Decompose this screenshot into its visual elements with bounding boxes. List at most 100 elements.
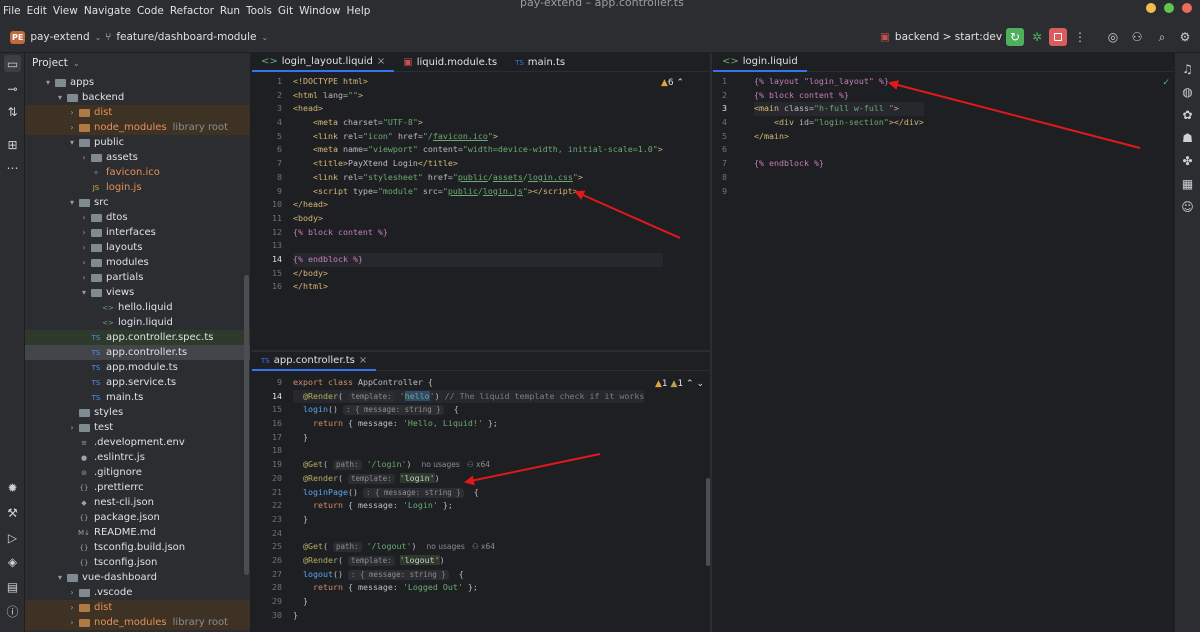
chevron-right-icon[interactable]: › (67, 603, 77, 612)
code-line[interactable]: <meta charset="UTF-8"> (293, 116, 663, 130)
tree-file[interactable]: {} package.json (25, 510, 250, 525)
tree-folder[interactable]: › node_modules library root (25, 120, 250, 135)
code-line[interactable]: } (293, 431, 644, 445)
code-line[interactable]: } (293, 609, 644, 623)
code-line[interactable]: @Get( path: '/logout') no usages ⚇ x64 (293, 540, 644, 554)
code-line[interactable]: } (293, 595, 644, 609)
tree-folder[interactable]: ▾ views (25, 285, 250, 300)
run-config-selector[interactable]: ▣ backend > start:dev ⌄ (880, 21, 1014, 53)
code-line[interactable]: {% endblock %} (293, 252, 663, 267)
layers-icon[interactable]: ◈ (4, 553, 21, 570)
notifications-icon[interactable]: ♫ (1179, 60, 1196, 77)
code-line[interactable]: @Render( template: 'logout') (293, 554, 644, 568)
code-line[interactable]: login() : { message: string } { (293, 403, 644, 417)
chevron-down-icon[interactable]: ▾ (67, 198, 77, 207)
code-line[interactable]: export class AppController { (293, 376, 644, 390)
tree-file[interactable]: JS login.js (25, 180, 250, 195)
chevron-right-icon[interactable]: › (67, 123, 77, 132)
menu-edit[interactable]: Edit (24, 5, 50, 17)
tree-file[interactable]: TS app.service.ts (25, 375, 250, 390)
folder-icon[interactable]: ▭ (4, 55, 21, 72)
tree-folder[interactable]: ▾ apps (25, 75, 250, 90)
project-scrollbar[interactable] (244, 275, 249, 575)
vertical-splitter[interactable] (710, 53, 712, 632)
stop-icon[interactable] (1049, 28, 1067, 46)
tree-folder[interactable]: › .vscode (25, 585, 250, 600)
tree-folder[interactable]: › layouts (25, 240, 250, 255)
more-icon[interactable]: ⋯ (4, 159, 21, 176)
code-line[interactable] (293, 444, 644, 458)
structure-icon[interactable]: ⊞ (4, 136, 21, 153)
tree-folder[interactable]: › dtos (25, 210, 250, 225)
plugin-icon[interactable]: ✤ (1179, 152, 1196, 169)
debug-icon[interactable]: ✲ (1028, 28, 1046, 46)
code-line[interactable]: <title>PayXtend Login</title> (293, 157, 663, 171)
code-line[interactable]: <meta name="viewport" content="width=dev… (293, 143, 663, 157)
tree-folder[interactable]: › assets (25, 150, 250, 165)
code-line[interactable]: <link rel="stylesheet" href="public/asse… (293, 171, 663, 185)
tab-login-layout[interactable]: <> login_layout.liquid × (252, 53, 395, 72)
chevron-down-icon[interactable]: ▾ (55, 93, 65, 102)
inspection-widget[interactable]: ▲1 ▲1 ⌃ ⌄ (655, 379, 704, 389)
code-line[interactable] (754, 185, 924, 199)
branch-switcher[interactable]: ⑂ feature/dashboard-module ⌄ (105, 21, 268, 53)
tree-folder[interactable]: › test (25, 420, 250, 435)
tree-file[interactable]: ⊘ .gitignore (25, 465, 250, 480)
tree-file[interactable]: ◆ nest-cli.json (25, 495, 250, 510)
code-line[interactable]: </html> (293, 280, 663, 294)
code-line[interactable]: <!DOCTYPE html> (293, 75, 663, 89)
tab-liquid-module[interactable]: ▣ liquid.module.ts (394, 53, 506, 72)
tree-folder[interactable]: › dist (25, 105, 250, 120)
code-line[interactable]: <link rel="icon" href="/favicon.ico"> (293, 130, 663, 144)
inspection-widget[interactable]: ▲6 ⌃ (661, 78, 684, 88)
tree-file[interactable]: {} tsconfig.build.json (25, 540, 250, 555)
code-line[interactable]: logout() : { message: string } { (293, 568, 644, 582)
code-line[interactable]: @Get( path: '/login') no usages ⚇ x64 (293, 458, 644, 472)
code-line[interactable]: <div id="login-section"></div> (754, 116, 924, 130)
code-line[interactable]: {% layout "login_layout" %} (754, 75, 924, 89)
tree-file[interactable]: M↓ README.md (25, 525, 250, 540)
code-line[interactable]: return { message: 'Hello, Liquid!' }; (293, 417, 644, 431)
menu-file[interactable]: File (0, 5, 24, 17)
menu-code[interactable]: Code (134, 5, 167, 17)
code-line[interactable]: @Render( template: 'hello') // The liqui… (293, 389, 645, 404)
tree-folder[interactable]: › modules (25, 255, 250, 270)
chevron-right-icon[interactable]: › (79, 273, 89, 282)
tree-folder[interactable]: › node_modules library root (25, 615, 250, 630)
close-button[interactable] (1182, 3, 1192, 13)
menu-refactor[interactable]: Refactor (167, 5, 217, 17)
code-line[interactable]: <html lang=""> (293, 89, 663, 103)
code-line[interactable]: <body> (293, 212, 663, 226)
tab-app-controller[interactable]: TS app.controller.ts × (252, 352, 377, 371)
tree-file[interactable]: TS app.controller.ts (25, 345, 250, 360)
tree-file[interactable]: {} tsconfig.json (25, 555, 250, 570)
code-line[interactable] (754, 171, 924, 185)
menu-tools[interactable]: Tools (243, 5, 275, 17)
chevron-right-icon[interactable]: › (79, 213, 89, 222)
problems-icon[interactable]: ⓘ (4, 603, 21, 620)
code-area[interactable]: {% layout "login_layout" %} {% block cont… (754, 75, 924, 198)
chevron-right-icon[interactable]: › (67, 423, 77, 432)
pull-request-icon[interactable]: ⇅ (4, 103, 21, 120)
tree-file[interactable]: TS main.ts (25, 390, 250, 405)
chevron-right-icon[interactable]: › (67, 108, 77, 117)
chevron-right-icon[interactable]: › (79, 228, 89, 237)
tree-file[interactable]: TS app.module.ts (25, 360, 250, 375)
commit-icon[interactable]: ⊸ (4, 80, 21, 97)
hammer-icon[interactable]: ⚒ (4, 504, 21, 521)
menu-git[interactable]: Git (275, 5, 296, 17)
rerun-icon[interactable]: ↻ (1006, 28, 1024, 46)
tree-folder[interactable]: › partials (25, 270, 250, 285)
code-line[interactable] (293, 527, 644, 541)
tree-folder[interactable]: ▾ public (25, 135, 250, 150)
chevron-down-icon[interactable]: ▾ (55, 573, 65, 582)
tab-main-ts[interactable]: TS main.ts (506, 53, 574, 72)
menu-window[interactable]: Window (296, 5, 343, 17)
search-icon[interactable]: ⌕ (1153, 28, 1171, 46)
gear-icon[interactable]: ⚙ (1176, 28, 1194, 46)
code-line[interactable]: return { message: 'Logged Out' }; (293, 581, 644, 595)
code-line[interactable] (754, 143, 924, 157)
tree-folder[interactable]: ▾ src (25, 195, 250, 210)
chevron-right-icon[interactable]: › (67, 618, 77, 627)
tree-folder[interactable]: ▾ backend (25, 90, 250, 105)
